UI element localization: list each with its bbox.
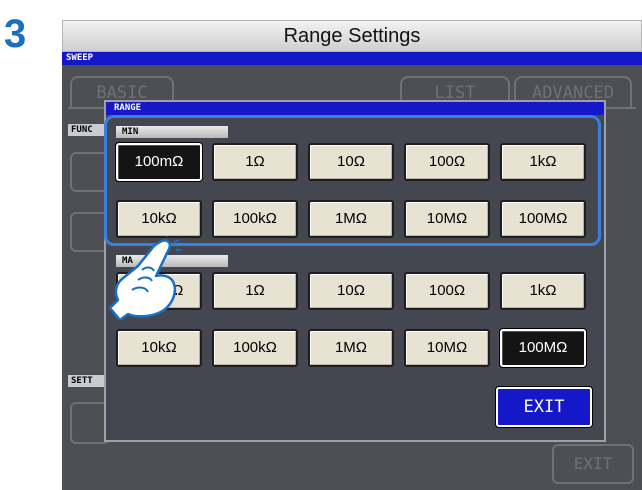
max-range-10mohm[interactable]: 10MΩ bbox=[404, 329, 490, 367]
step-number: 3 bbox=[4, 12, 27, 56]
func-label: FUNC bbox=[68, 124, 108, 136]
max-range-10ohm[interactable]: 10Ω bbox=[308, 272, 394, 310]
window-title: Range Settings bbox=[62, 20, 642, 52]
dialog-title: RANGE bbox=[106, 102, 604, 115]
max-range-1ohm[interactable]: 1Ω bbox=[212, 272, 298, 310]
min-range-highlight bbox=[104, 115, 601, 246]
mode-bar: SWEEP bbox=[62, 52, 642, 65]
exit-button[interactable]: EXIT bbox=[496, 387, 592, 427]
max-range-100ohm[interactable]: 100Ω bbox=[404, 272, 490, 310]
max-range-1kohm[interactable]: 1kΩ bbox=[500, 272, 586, 310]
bg-exit-button: EXIT bbox=[552, 444, 634, 484]
max-range-100mohm-large[interactable]: 100MΩ bbox=[500, 329, 586, 367]
max-range-1mohm[interactable]: 1MΩ bbox=[308, 329, 394, 367]
max-range-100kohm[interactable]: 100kΩ bbox=[212, 329, 298, 367]
max-range-10kohm[interactable]: 10kΩ bbox=[116, 329, 202, 367]
sett-label: SETT bbox=[68, 375, 108, 387]
pointing-hand-icon bbox=[108, 236, 181, 320]
